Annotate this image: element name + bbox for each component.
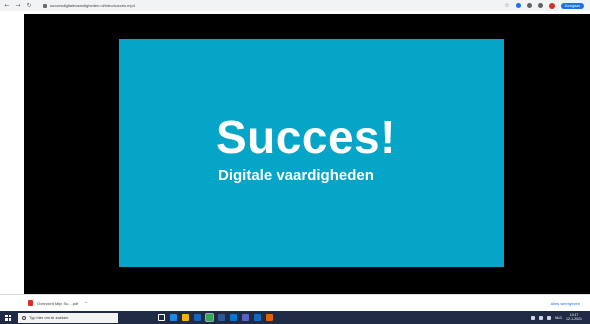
taskbar-apps — [158, 313, 273, 322]
onedrive-icon[interactable] — [254, 314, 261, 321]
clock[interactable]: 13:17 12-1-2021 — [566, 313, 582, 322]
chrome-icon[interactable] — [205, 313, 214, 322]
search-icon — [22, 315, 26, 320]
bookmark-star-icon[interactable]: ☆ — [504, 2, 509, 9]
chevron-up-icon[interactable] — [531, 315, 536, 320]
extensions-puzzle-icon[interactable] — [526, 3, 532, 8]
slide-subtitle: Digitale vaardigheden — [218, 167, 374, 184]
profile-avatar-icon[interactable] — [548, 2, 555, 9]
windows-taskbar: Typ hier om te zoeken NLD 13:17 12-1-202… — [0, 311, 590, 324]
word-icon[interactable] — [218, 314, 225, 321]
browser-address-bar: ← → ↻ succesdigitalevaardigheden.nl/intr… — [0, 0, 590, 11]
system-tray: NLD 13:17 12-1-2021 — [531, 313, 590, 322]
page-viewport: Succes! Digitale vaardigheden — [0, 11, 590, 294]
file-explorer-icon[interactable] — [182, 314, 189, 321]
download-file-name: Overzicht Mijn Su....pdf — [37, 300, 79, 306]
slide-title: Succes! — [216, 111, 396, 163]
continue-button[interactable]: Doorgaan — [560, 2, 584, 9]
back-icon[interactable]: ← — [3, 2, 11, 10]
taskbar-search-input[interactable]: Typ hier om te zoeken — [18, 312, 118, 323]
search-placeholder: Typ hier om te zoeken — [29, 315, 69, 320]
show-all-downloads-link[interactable]: Alles weergeven — [551, 301, 580, 306]
start-button[interactable] — [0, 311, 16, 324]
video-player[interactable]: Succes! Digitale vaardigheden — [24, 14, 590, 294]
volume-icon[interactable] — [547, 315, 552, 320]
forward-icon[interactable]: → — [14, 2, 22, 10]
pdf-file-icon — [28, 300, 33, 306]
language-indicator[interactable]: NLD — [555, 316, 562, 320]
outlook-icon[interactable] — [230, 314, 237, 321]
reload-icon[interactable]: ↻ — [25, 2, 33, 10]
video-slide: Succes! Digitale vaardigheden — [119, 39, 504, 267]
teams-icon[interactable] — [242, 314, 249, 321]
download-bar: Overzicht Mijn Su....pdf ^ Alles weergev… — [0, 294, 590, 311]
clock-date: 12-1-2021 — [566, 316, 582, 321]
download-item[interactable]: Overzicht Mijn Su....pdf ^ — [28, 300, 88, 306]
url-field[interactable]: succesdigitalevaardigheden.nl/intro/succ… — [43, 2, 135, 9]
chevron-up-icon[interactable]: ^ — [84, 301, 87, 306]
reading-list-icon[interactable] — [537, 3, 543, 8]
task-view-icon[interactable] — [158, 314, 165, 321]
lock-icon — [43, 3, 47, 8]
windows-logo-icon — [5, 314, 11, 321]
firefox-icon[interactable] — [266, 314, 273, 321]
extension-icon[interactable] — [515, 3, 521, 8]
edge-icon[interactable] — [170, 314, 177, 321]
network-icon[interactable] — [539, 315, 544, 320]
mail-icon[interactable] — [194, 314, 201, 321]
url-text: succesdigitalevaardigheden.nl/intro/succ… — [50, 3, 135, 8]
